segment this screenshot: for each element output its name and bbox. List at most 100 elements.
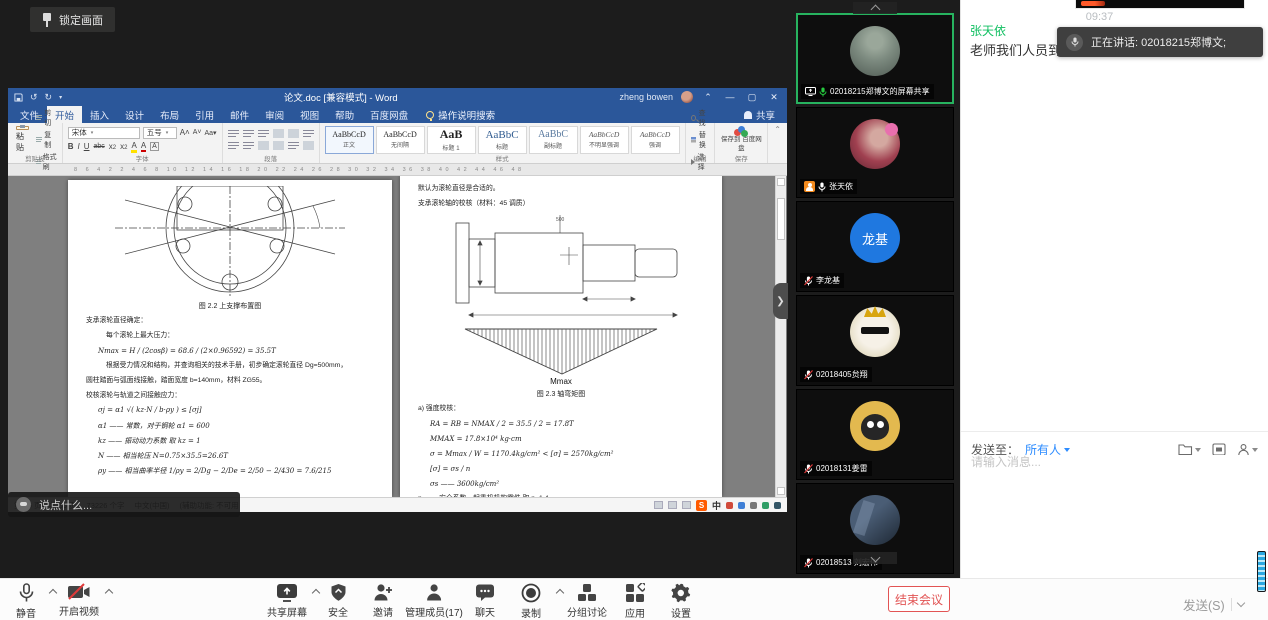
chat-button[interactable]: 聊天 <box>475 583 495 619</box>
save-icon[interactable] <box>14 93 23 102</box>
document-vertical-scrollbar[interactable] <box>775 176 786 497</box>
undo-icon[interactable]: ↺ <box>30 92 38 103</box>
scroll-videos-up-button[interactable] <box>853 2 897 14</box>
tab-help[interactable]: 帮助 <box>327 106 362 123</box>
find-button[interactable]: 查找 <box>691 108 710 128</box>
style-emphasis[interactable]: AaBbCcD强调 <box>631 126 680 154</box>
start-video-button[interactable]: 开启视频 <box>59 583 99 618</box>
sort-icon[interactable] <box>303 129 314 138</box>
tab-layout[interactable]: 布局 <box>152 106 187 123</box>
copy-button[interactable]: 复制 <box>36 130 57 150</box>
ime-punct-icon[interactable] <box>726 502 733 509</box>
read-mode-icon[interactable] <box>654 501 663 509</box>
tab-baidu-pan[interactable]: 百度网盘 <box>362 106 416 123</box>
numbering-icon[interactable] <box>243 129 254 138</box>
style-title[interactable]: AaBbC标题 <box>478 126 527 154</box>
scroll-down-arrow[interactable] <box>777 487 785 495</box>
share-screen-button[interactable]: 共享屏幕 <box>267 583 307 619</box>
horizontal-ruler[interactable]: 8 6 4 2 2 4 6 8 10 12 14 16 18 20 22 24 … <box>8 164 787 176</box>
close-icon[interactable]: ✕ <box>767 92 781 103</box>
bullets-icon[interactable] <box>228 129 239 138</box>
justify-icon[interactable] <box>273 141 284 150</box>
send-options-chevron[interactable] <box>1236 599 1244 607</box>
apps-button[interactable]: 应用 <box>625 583 645 620</box>
style-no-spacing[interactable]: AaBbCcD无间隔 <box>376 126 425 154</box>
chat-sender-name[interactable]: 张天依 <box>970 22 1006 39</box>
grow-font-icon[interactable]: A˄ <box>180 128 190 137</box>
shrink-font-icon[interactable]: A˅ <box>193 129 202 136</box>
ime-mic-icon[interactable] <box>738 502 745 509</box>
danmaku-input[interactable]: 说点什么... <box>8 492 240 517</box>
share-options-chevron[interactable] <box>312 589 320 597</box>
video-tile-sharing[interactable]: 02018215郑博文的屏幕共享 <box>796 13 954 104</box>
video-options-chevron[interactable] <box>105 589 113 597</box>
video-tile[interactable]: 张天依 <box>796 107 954 198</box>
style-normal[interactable]: AaBbCcD正文 <box>325 126 374 154</box>
tab-insert[interactable]: 插入 <box>82 106 117 123</box>
record-button[interactable]: 录制 <box>521 583 541 620</box>
invite-button[interactable]: 邀请 <box>373 583 393 619</box>
web-layout-icon[interactable] <box>682 501 691 509</box>
tab-review[interactable]: 审阅 <box>257 106 292 123</box>
tab-mailings[interactable]: 邮件 <box>222 106 257 123</box>
sogou-ime-icon[interactable]: S <box>696 500 707 511</box>
print-layout-icon[interactable] <box>668 501 677 509</box>
strikethrough-button[interactable]: abc <box>94 143 105 150</box>
end-meeting-button[interactable]: 结束会议 <box>888 586 950 612</box>
ime-skin-bar[interactable] <box>1257 551 1266 592</box>
document-page-left[interactable]: 图 2.2 上支撑布置图 支承滚轮直径确定： 每个滚轮上最大压力： Nmax =… <box>68 180 392 497</box>
replace-button[interactable]: 替换 <box>691 130 710 150</box>
tell-me-search[interactable]: 操作说明搜索 <box>426 106 495 123</box>
mute-button[interactable]: 静音 <box>16 583 36 620</box>
manage-members-button[interactable]: 管理成员(17) <box>405 583 463 619</box>
italic-button[interactable]: I <box>77 142 79 151</box>
ribbon-options-icon[interactable]: ⌃ <box>701 92 715 103</box>
style-heading1[interactable]: AaB标题 1 <box>427 126 476 154</box>
tab-view[interactable]: 视图 <box>292 106 327 123</box>
scrollbar-thumb[interactable] <box>777 198 785 240</box>
settings-button[interactable]: 设置 <box>671 583 691 620</box>
breakout-rooms-button[interactable]: 分组讨论 <box>567 583 607 619</box>
superscript-button[interactable]: x2 <box>120 142 127 151</box>
ime-skin-icon[interactable] <box>774 502 781 509</box>
save-to-baidu-pan-button[interactable]: 保存到 百度网盘 <box>720 126 762 153</box>
share-button[interactable]: 共享 <box>744 106 787 123</box>
underline-button[interactable]: U <box>84 142 90 151</box>
align-center-icon[interactable] <box>243 141 254 150</box>
redo-icon[interactable]: ↻ <box>45 92 53 103</box>
account-name[interactable]: zheng bowen <box>619 92 673 102</box>
style-subtle-emphasis[interactable]: AaBbCcD不明显强调 <box>580 126 629 154</box>
tab-design[interactable]: 设计 <box>117 106 152 123</box>
font-size-combobox[interactable]: 五号▾ <box>143 127 177 139</box>
char-border-button[interactable]: A <box>150 142 159 151</box>
font-color-button[interactable]: A <box>141 141 146 152</box>
ime-keyboard-icon[interactable] <box>750 502 757 509</box>
align-left-icon[interactable] <box>228 141 239 150</box>
borders-icon[interactable] <box>303 141 314 150</box>
video-tile[interactable]: 龙基 李龙基 <box>796 201 954 292</box>
mic-options-chevron[interactable] <box>49 589 57 597</box>
change-case-icon[interactable]: Aa▾ <box>204 129 216 137</box>
video-tile[interactable]: 02018131姜雷 <box>796 389 954 480</box>
document-page-right[interactable]: 默认为滚轮直径是合适的。 支承滚轮轴的校核（材料：45 调质） <box>400 176 722 497</box>
scroll-up-arrow[interactable] <box>777 178 785 186</box>
expand-panel-handle[interactable]: ❯ <box>773 283 788 319</box>
chat-message-input[interactable] <box>971 455 1257 469</box>
scroll-videos-down-button[interactable] <box>853 552 897 564</box>
ime-toolbox-icon[interactable] <box>762 502 769 509</box>
font-name-combobox[interactable]: 宋体▾ <box>68 127 140 139</box>
highlight-button[interactable]: A <box>131 141 136 153</box>
ime-mode-chinese[interactable]: 中 <box>712 499 721 512</box>
style-subtitle[interactable]: AaBbC副标题 <box>529 126 578 154</box>
decrease-indent-icon[interactable] <box>273 129 284 138</box>
subscript-button[interactable]: x2 <box>109 142 116 151</box>
restore-icon[interactable]: ▢ <box>745 92 759 103</box>
chat-image-partial[interactable] <box>1075 0 1245 9</box>
paste-button[interactable]: 粘贴 <box>13 126 32 153</box>
align-right-icon[interactable] <box>258 141 269 150</box>
quick-access-toolbar[interactable]: ↺ ↻ ▾ <box>14 92 62 103</box>
minimize-icon[interactable]: — <box>723 92 737 102</box>
video-tile[interactable]: 02018405贠翔 <box>796 295 954 386</box>
tab-references[interactable]: 引用 <box>187 106 222 123</box>
cut-button[interactable]: 剪切 <box>36 108 57 128</box>
